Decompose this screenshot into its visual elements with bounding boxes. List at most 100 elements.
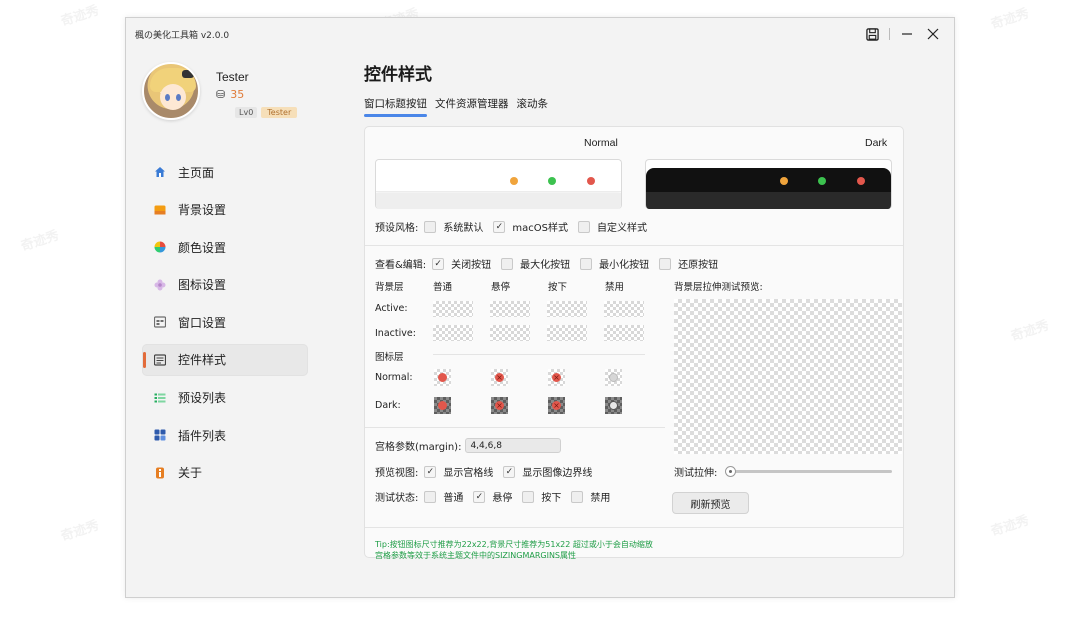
- icon-dark-pressed[interactable]: [548, 397, 565, 414]
- checkbox[interactable]: ✓: [503, 465, 516, 478]
- icon-dark-disabled[interactable]: [605, 397, 622, 414]
- icon-normal-pressed[interactable]: [548, 369, 565, 386]
- bg-inactive-hover[interactable]: [490, 325, 530, 341]
- checkbox[interactable]: [571, 490, 584, 503]
- test-state-pressed[interactable]: 按下: [522, 489, 561, 504]
- icon-normal-hover[interactable]: [491, 369, 508, 386]
- margin-label: 宫格参数(margin):: [375, 442, 462, 453]
- tab-bar: 窗口标题按钮 文件资源管理器 滚动条: [364, 96, 548, 117]
- checkbox[interactable]: [424, 220, 437, 233]
- row-label-dark: Dark:: [375, 400, 401, 411]
- option-label: 禁用: [590, 493, 611, 504]
- checkbox[interactable]: [659, 257, 672, 270]
- stretch-preview-label: 背景层拉伸测试预览:: [674, 282, 763, 293]
- option-label: 悬停: [492, 493, 513, 504]
- checkbox[interactable]: [424, 490, 437, 503]
- sidebar-item-label: 主页面: [178, 165, 215, 180]
- checkbox[interactable]: [501, 257, 514, 270]
- close-x-icon: [552, 373, 561, 382]
- preset-option-default[interactable]: 系统默认: [424, 219, 483, 234]
- tab-title-buttons[interactable]: 窗口标题按钮: [364, 96, 427, 117]
- sidebar-item-color[interactable]: 颜色设置: [142, 231, 308, 263]
- test-state-disabled[interactable]: 禁用: [571, 489, 610, 504]
- preset-option-macos[interactable]: ✓ macOS样式: [493, 219, 568, 234]
- refresh-preview-button[interactable]: 刷新预览: [672, 492, 749, 514]
- bg-inactive-pressed[interactable]: [547, 325, 587, 341]
- edit-restore-button[interactable]: 还原按钮: [659, 256, 718, 271]
- save-icon[interactable]: [859, 22, 885, 46]
- tab-explorer[interactable]: 文件资源管理器: [435, 96, 509, 117]
- checkbox[interactable]: ✓: [424, 465, 437, 478]
- close-icon[interactable]: [920, 22, 946, 46]
- icon-normal-normal[interactable]: [434, 369, 451, 386]
- checkbox[interactable]: [522, 490, 535, 503]
- show-grid-lines[interactable]: ✓ 显示宫格线: [424, 464, 493, 479]
- sidebar-item-presets[interactable]: 预设列表: [142, 382, 308, 414]
- checkbox[interactable]: [580, 257, 593, 270]
- test-state-normal[interactable]: 普通: [424, 489, 463, 504]
- sidebar-item-about[interactable]: 关于: [142, 457, 308, 489]
- icon-dark-normal[interactable]: [434, 397, 451, 414]
- edit-minimize-button[interactable]: 最小化按钮: [580, 256, 649, 271]
- edit-close-button[interactable]: ✓ 关闭按钮: [432, 256, 491, 271]
- bg-active-disabled[interactable]: [604, 301, 644, 317]
- checkbox[interactable]: [577, 220, 590, 233]
- disabled-dot-icon: [609, 373, 618, 382]
- bg-active-hover[interactable]: [490, 301, 530, 317]
- option-label: 自定义样式: [596, 223, 647, 234]
- traffic-dot: [548, 177, 556, 185]
- tab-scrollbar[interactable]: 滚动条: [517, 96, 549, 117]
- option-label: 还原按钮: [678, 260, 719, 271]
- row-label-active: Active:: [375, 303, 408, 314]
- dark-preview-label: Dark: [865, 137, 888, 149]
- bg-layer-label: 背景层: [375, 282, 404, 293]
- icon-normal-disabled[interactable]: [605, 369, 622, 386]
- settings-card: Normal Dark 预设风格: 系统默认 ✓ macOS样式 自定义样式 查…: [364, 126, 904, 560]
- sidebar-item-label: 窗口设置: [178, 315, 227, 330]
- preset-option-custom[interactable]: 自定义样式: [577, 219, 647, 234]
- sidebar-item-controls[interactable]: 控件样式: [142, 343, 308, 376]
- preset-style-label: 预设风格:: [375, 223, 419, 234]
- bg-inactive-normal[interactable]: [433, 325, 473, 341]
- checkbox[interactable]: ✓: [493, 220, 506, 233]
- preview-view-label: 预览视图:: [375, 468, 419, 479]
- bg-active-normal[interactable]: [433, 301, 473, 317]
- user-profile: Tester ⛁ 35 Lv0 Tester: [142, 62, 322, 122]
- checkbox[interactable]: ✓: [432, 257, 445, 270]
- sidebar-item-icons[interactable]: 图标设置: [142, 269, 308, 301]
- view-edit-row: 查看&编辑: ✓ 关闭按钮 最大化按钮 最小化按钮 还原按钮: [375, 256, 728, 271]
- sidebar-item-background[interactable]: 背景设置: [142, 194, 308, 226]
- stretch-slider-handle[interactable]: [725, 466, 736, 477]
- row-label-inactive: Inactive:: [375, 328, 416, 339]
- edit-maximize-button[interactable]: 最大化按钮: [501, 256, 570, 271]
- sidebar-item-plugins[interactable]: 插件列表: [142, 419, 308, 451]
- option-label: 普通: [443, 493, 464, 504]
- close-x-icon: [552, 401, 561, 410]
- icon-dark-hover[interactable]: [491, 397, 508, 414]
- minimize-icon[interactable]: [894, 22, 920, 46]
- level-badge: Lv0: [235, 107, 258, 118]
- sidebar-item-home[interactable]: 主页面: [142, 156, 308, 188]
- option-label: 显示图像边界线: [522, 468, 593, 479]
- preset-style-row: 预设风格: 系统默认 ✓ macOS样式 自定义样式: [375, 219, 657, 234]
- tip-line-1: Tip:按钮图标尺寸推荐为22x22,背景尺寸推荐为51x22 超过或小于会自动…: [375, 540, 653, 549]
- test-state-hover[interactable]: ✓ 悬停: [473, 489, 512, 504]
- checkbox[interactable]: ✓: [473, 490, 486, 503]
- sidebar-item-label: 图标设置: [178, 278, 227, 293]
- divider: [889, 28, 890, 40]
- margin-input[interactable]: [465, 438, 562, 453]
- sidebar-item-label: 插件列表: [178, 428, 227, 443]
- show-image-bounds[interactable]: ✓ 显示图像边界线: [503, 464, 592, 479]
- sidebar-item-window[interactable]: 窗口设置: [142, 306, 308, 338]
- bg-inactive-disabled[interactable]: [604, 325, 644, 341]
- sidebar-item-label: 控件样式: [178, 353, 227, 368]
- coin-balance: ⛁ 35: [216, 88, 244, 101]
- traffic-dot: [587, 177, 595, 185]
- icon-layer-label: 图标层: [375, 352, 404, 363]
- avatar[interactable]: [142, 62, 200, 120]
- stretch-test-label: 测试拉伸:: [674, 468, 718, 479]
- stretch-slider-track[interactable]: [726, 470, 892, 473]
- bg-active-pressed[interactable]: [547, 301, 587, 317]
- state-header: 按下: [548, 282, 568, 293]
- row-label-normal: Normal:: [375, 372, 413, 383]
